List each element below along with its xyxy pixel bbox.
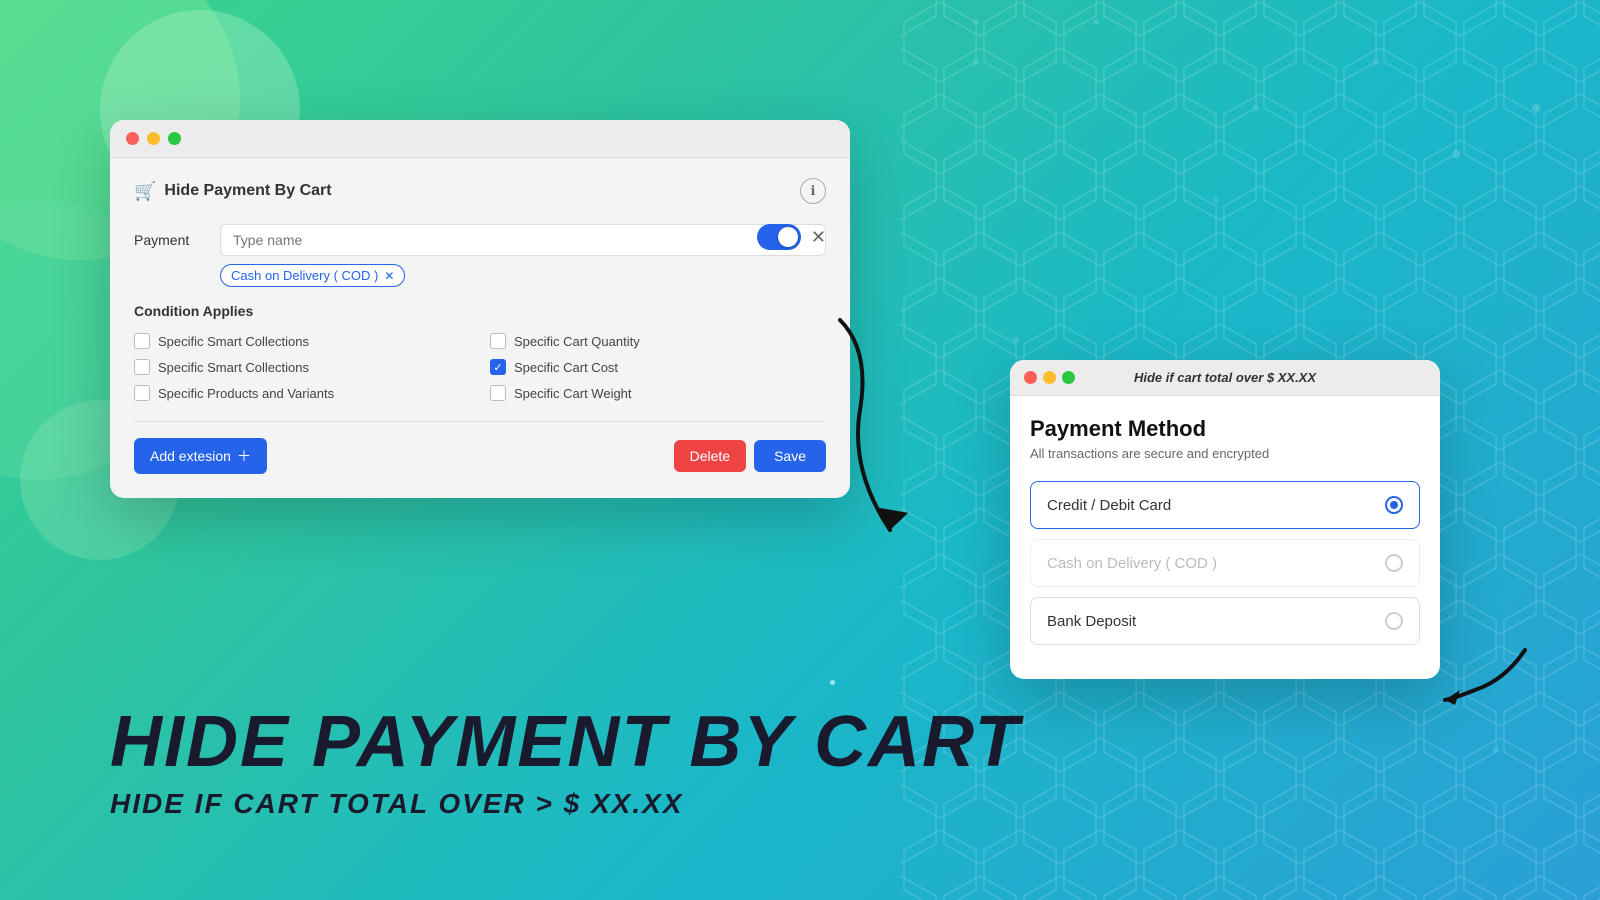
condition-label: Specific Cart Quantity (514, 334, 640, 349)
dot (830, 680, 835, 685)
payment-label: Payment (134, 232, 204, 248)
app-window: 🛒 Hide Payment By Cart ℹ Payment Cash on… (110, 120, 850, 498)
pm-title: Payment Method (1030, 416, 1420, 442)
plus-icon: ＋ (237, 446, 251, 466)
pw-tl-green[interactable] (1062, 371, 1075, 384)
sub-title: HIDE IF CART TOTAL OVER > $ XX.XX (110, 788, 1021, 820)
condition-checkbox[interactable] (490, 333, 506, 349)
footer-right-buttons: Delete Save (674, 440, 826, 472)
pm-subtitle: All transactions are secure and encrypte… (1030, 446, 1420, 461)
condition-label: Specific Cart Weight (514, 386, 632, 401)
payment-input[interactable] (220, 224, 826, 256)
pw-tl-red[interactable] (1024, 371, 1037, 384)
payment-window-titlebar: Hide if cart total over $ XX.XX (1010, 360, 1440, 396)
add-extension-button[interactable]: Add extesion ＋ (134, 438, 267, 474)
main-title: HIDE PAYMENT BY CART (110, 706, 1021, 778)
cart-icon: 🛒 (134, 181, 156, 202)
toggle-knob (778, 227, 798, 247)
payment-option-1[interactable]: Cash on Delivery ( COD ) (1030, 539, 1420, 587)
condition-checkbox[interactable] (134, 333, 150, 349)
payment-tag: Cash on Delivery ( COD ) ✕ (220, 264, 405, 287)
radio-2 (1385, 612, 1403, 630)
payment-options: Credit / Debit Card Cash on Delivery ( C… (1030, 481, 1420, 645)
condition-item: Specific Products and Variants (134, 385, 470, 401)
window-title: Hide Payment By Cart (164, 182, 331, 200)
condition-label: Specific Smart Collections (158, 334, 309, 349)
info-icon[interactable]: ℹ (800, 178, 826, 204)
tag-text: Cash on Delivery ( COD ) (231, 268, 378, 283)
radio-1 (1385, 554, 1403, 572)
condition-checkbox[interactable] (134, 359, 150, 375)
condition-checkbox[interactable] (490, 385, 506, 401)
window-header: 🛒 Hide Payment By Cart ℹ (134, 178, 826, 204)
window-titlebar (110, 120, 850, 158)
arrow-1 (810, 310, 1030, 570)
toggle-area: ✕ (757, 224, 826, 250)
payment-window: Hide if cart total over $ XX.XX Payment … (1010, 360, 1440, 679)
add-extension-label: Add extesion (150, 448, 231, 464)
payment-window-content: Payment Method All transactions are secu… (1010, 396, 1440, 679)
condition-item: ✓ Specific Cart Cost (490, 359, 826, 375)
condition-checkbox[interactable] (134, 385, 150, 401)
payment-window-titlebar-text: Hide if cart total over $ XX.XX (1134, 370, 1316, 385)
payment-row: Payment Cash on Delivery ( COD ) ✕ ✕ (134, 224, 826, 287)
window-content: 🛒 Hide Payment By Cart ℹ Payment Cash on… (110, 158, 850, 498)
condition-title: Condition Applies (134, 303, 826, 319)
radio-0 (1385, 496, 1403, 514)
bottom-text-container: HIDE PAYMENT BY CART HIDE IF CART TOTAL … (110, 706, 1021, 820)
window-title-row: 🛒 Hide Payment By Cart (134, 181, 332, 202)
payment-toggle[interactable] (757, 224, 801, 250)
condition-label: Specific Cart Cost (514, 360, 618, 375)
payment-option-label-0: Credit / Debit Card (1047, 497, 1171, 514)
payment-window-traffic-lights (1024, 371, 1075, 384)
tag-close-btn[interactable]: ✕ (384, 269, 394, 283)
payment-option-0[interactable]: Credit / Debit Card (1030, 481, 1420, 529)
payment-option-label-2: Bank Deposit (1047, 613, 1136, 630)
condition-label: Specific Smart Collections (158, 360, 309, 375)
pw-tl-yellow[interactable] (1043, 371, 1056, 384)
close-button[interactable]: ✕ (811, 227, 826, 248)
window-footer: Add extesion ＋ Delete Save (134, 421, 826, 474)
payment-option-label-1: Cash on Delivery ( COD ) (1047, 555, 1217, 572)
arrow-2 (1425, 640, 1545, 720)
traffic-light-green[interactable] (168, 132, 181, 145)
condition-item: Specific Cart Weight (490, 385, 826, 401)
condition-checkbox[interactable]: ✓ (490, 359, 506, 375)
condition-item: Specific Smart Collections (134, 333, 470, 349)
condition-label: Specific Products and Variants (158, 386, 334, 401)
traffic-light-red[interactable] (126, 132, 139, 145)
payment-input-area: Cash on Delivery ( COD ) ✕ (220, 224, 826, 287)
condition-item: Specific Smart Collections (134, 359, 470, 375)
conditions-grid: Specific Smart Collections Specific Cart… (134, 333, 826, 401)
delete-button[interactable]: Delete (674, 440, 746, 472)
payment-option-2[interactable]: Bank Deposit (1030, 597, 1420, 645)
traffic-light-yellow[interactable] (147, 132, 160, 145)
condition-item: Specific Cart Quantity (490, 333, 826, 349)
